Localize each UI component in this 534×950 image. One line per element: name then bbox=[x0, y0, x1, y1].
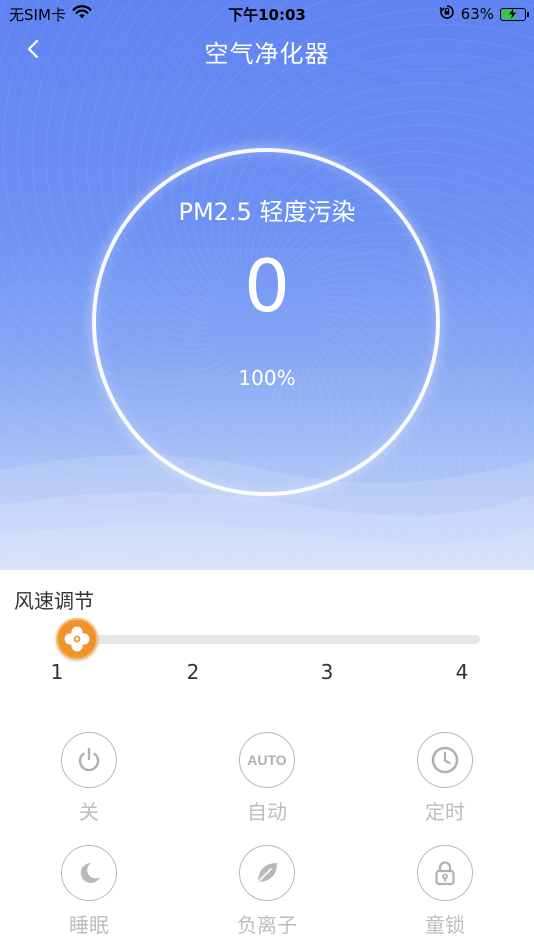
clock-icon bbox=[431, 746, 459, 774]
power-button[interactable]: 关 bbox=[44, 732, 134, 825]
auto-icon: AUTO bbox=[239, 732, 295, 788]
status-bar: 无SIM卡 下午10:03 63% bbox=[0, 0, 534, 28]
anion-button[interactable]: 负离子 bbox=[222, 845, 312, 938]
auto-icon-text: AUTO bbox=[247, 752, 287, 768]
speed-tick-2[interactable]: 2 bbox=[178, 660, 208, 684]
fan-speed-title: 风速调节 bbox=[14, 589, 94, 613]
power-icon bbox=[78, 747, 100, 772]
auto-button[interactable]: AUTO 自动 bbox=[222, 732, 312, 825]
sleep-label: 睡眠 bbox=[69, 913, 109, 937]
speed-tick-4[interactable]: 4 bbox=[447, 660, 477, 684]
speed-tick-3[interactable]: 3 bbox=[312, 660, 342, 684]
leaf-icon bbox=[258, 863, 277, 882]
hero-panel: 无SIM卡 下午10:03 63% 空气净化器 PM2.5 轻度污染 0 100… bbox=[0, 0, 534, 570]
battery-percent: 63% bbox=[460, 5, 494, 23]
pm25-value: 0 bbox=[244, 244, 290, 328]
moon-icon bbox=[80, 862, 100, 883]
pm25-status-label: PM2.5 轻度污染 bbox=[178, 198, 356, 226]
child-lock-button[interactable]: 童锁 bbox=[400, 845, 490, 938]
child-lock-label: 童锁 bbox=[425, 913, 465, 937]
fan-speed-slider-thumb[interactable] bbox=[56, 618, 98, 660]
orientation-lock-icon bbox=[439, 4, 455, 24]
page-title: 空气净化器 bbox=[204, 40, 330, 68]
auto-label: 自动 bbox=[247, 800, 287, 824]
timer-label: 定时 bbox=[425, 800, 465, 824]
sleep-button[interactable]: 睡眠 bbox=[44, 845, 134, 938]
power-label: 关 bbox=[79, 800, 99, 824]
timer-button[interactable]: 定时 bbox=[400, 732, 490, 825]
battery-icon bbox=[500, 7, 529, 21]
filter-percent: 100% bbox=[238, 366, 296, 390]
speed-tick-1[interactable]: 1 bbox=[42, 660, 72, 684]
fan-icon bbox=[64, 626, 90, 652]
anion-label: 负离子 bbox=[237, 913, 297, 937]
lock-icon bbox=[435, 861, 455, 886]
nav-bar: 空气净化器 bbox=[0, 28, 534, 70]
fan-speed-slider-track[interactable] bbox=[60, 635, 480, 644]
